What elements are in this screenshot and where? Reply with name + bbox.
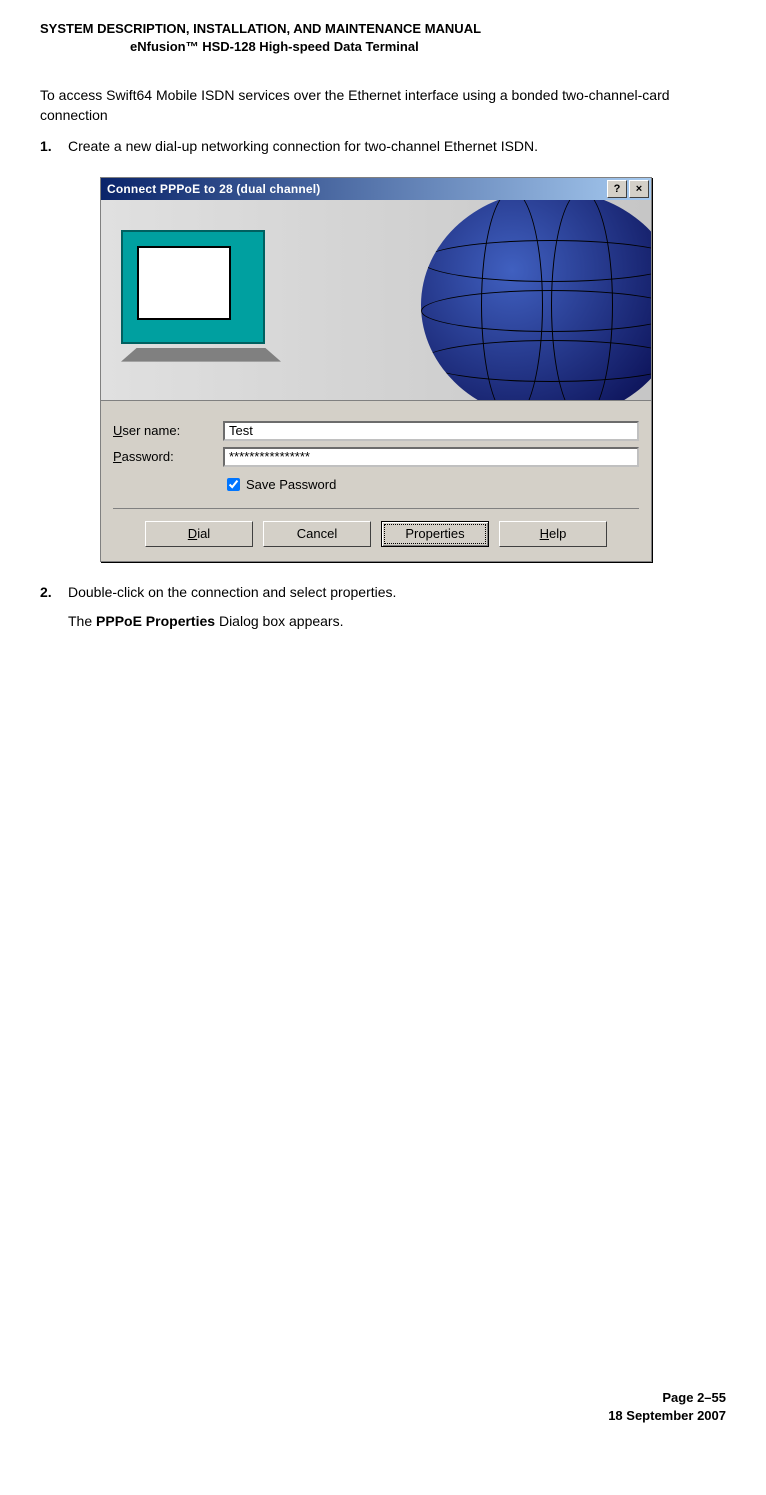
intro-paragraph: To access Swift64 Mobile ISDN services o… [40,86,726,125]
page-number: Page 2–55 [608,1389,726,1407]
footer-date: 18 September 2007 [608,1407,726,1425]
step-list-cont: 2. Double-click on the connection and se… [40,582,726,603]
help-dialog-button[interactable]: Help [499,521,607,547]
save-password-label: Save Password [246,477,336,492]
connect-dialog: Connect PPPoE to 28 (dual channel) ? × U… [100,177,652,562]
password-input[interactable] [223,447,639,467]
page-footer: Page 2–55 18 September 2007 [608,1389,726,1425]
manual-page: SYSTEM DESCRIPTION, INSTALLATION, AND MA… [0,0,766,1455]
dialog-button-row: Dial Cancel Properties Help [113,508,639,547]
password-label: Password: [113,449,223,464]
doc-title-line1: SYSTEM DESCRIPTION, INSTALLATION, AND MA… [40,20,726,38]
dial-button[interactable]: Dial [145,521,253,547]
step-2-text: Double-click on the connection and selec… [68,582,726,603]
step-list: 1. Create a new dial-up networking conne… [40,136,726,157]
monitor-icon [121,230,271,370]
globe-icon [421,200,651,401]
username-input[interactable] [223,421,639,441]
titlebar: Connect PPPoE to 28 (dual channel) ? × [101,178,651,200]
username-row: User name: [113,421,639,441]
step-2: 2. Double-click on the connection and se… [40,582,726,603]
help-icon: ? [614,183,621,195]
properties-button[interactable]: Properties [381,521,489,547]
dialog-banner [101,200,651,401]
save-password-row: Save Password [223,475,639,494]
doc-title-line2: eNfusion™ HSD-128 High-speed Data Termin… [40,38,726,56]
close-button[interactable]: × [629,180,649,198]
close-icon: × [636,183,642,195]
dialog-title: Connect PPPoE to 28 (dual channel) [107,182,605,196]
step-1-text: Create a new dial-up networking connecti… [68,136,726,157]
help-button[interactable]: ? [607,180,627,198]
step-1: 1. Create a new dial-up networking conne… [40,136,726,157]
result-text: The PPPoE Properties Dialog box appears. [68,613,726,629]
step-1-number: 1. [40,136,68,157]
cancel-button[interactable]: Cancel [263,521,371,547]
password-row: Password: [113,447,639,467]
save-password-checkbox[interactable] [227,478,240,491]
step-2-number: 2. [40,582,68,603]
dialog-body: User name: Password: Save Password Dial … [101,401,651,561]
username-label: User name: [113,423,223,438]
doc-header: SYSTEM DESCRIPTION, INSTALLATION, AND MA… [40,20,726,56]
